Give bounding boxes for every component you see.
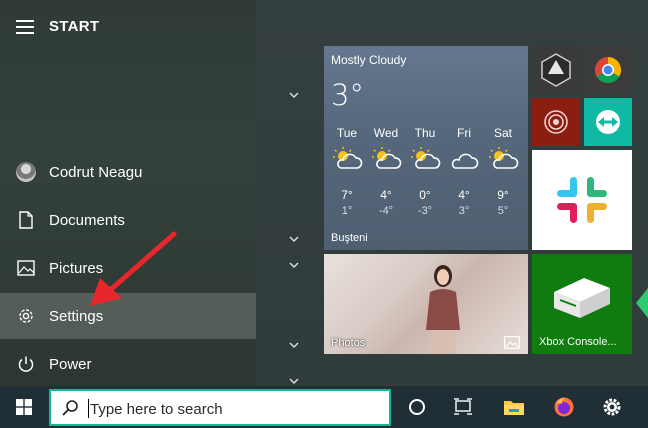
power-button[interactable]: Power bbox=[0, 341, 256, 387]
radar-app-tile[interactable] bbox=[532, 98, 580, 146]
forecast-day: Tue bbox=[336, 126, 358, 140]
forecast-low: -4° bbox=[378, 205, 394, 217]
weather-tile[interactable]: Mostly Cloudy 3° Tue Wed Thu Fri Sat 7° … bbox=[324, 46, 528, 250]
settings-gear-icon bbox=[603, 398, 621, 416]
partly-cloudy-icon bbox=[489, 147, 519, 169]
start-title: START bbox=[49, 18, 100, 35]
radar-app-icon bbox=[544, 110, 568, 134]
hamburger-menu-icon[interactable] bbox=[16, 20, 34, 34]
search-icon bbox=[62, 400, 78, 416]
chrome-icon bbox=[594, 56, 622, 84]
task-view-button[interactable] bbox=[441, 386, 485, 428]
file-explorer-button[interactable] bbox=[492, 386, 536, 428]
text-caret bbox=[88, 399, 89, 418]
documents-label: Documents bbox=[49, 211, 125, 229]
group-collapse-chevron-icon[interactable] bbox=[288, 234, 300, 244]
forecast-day: Sat bbox=[493, 126, 512, 140]
annotation-arrow bbox=[90, 231, 177, 306]
console-icon bbox=[554, 278, 610, 318]
search-placeholder: Type here to search bbox=[90, 401, 223, 418]
photos-tile[interactable]: Photos bbox=[324, 254, 528, 354]
forecast-low: 3° bbox=[458, 205, 470, 217]
group-collapse-chevron-icon[interactable] bbox=[288, 340, 300, 350]
weather-location: Buşteni bbox=[331, 232, 368, 244]
photo-thumbnail bbox=[426, 265, 460, 354]
user-name-label: Codrut Neagu bbox=[49, 163, 143, 181]
group-collapse-chevron-icon[interactable] bbox=[288, 260, 300, 270]
windows-logo-icon bbox=[16, 399, 32, 415]
forecast-high: 4° bbox=[380, 188, 392, 202]
search-box[interactable]: Type here to search bbox=[49, 389, 391, 426]
weather-condition: Mostly Cloudy bbox=[331, 53, 407, 67]
forecast-low: 1° bbox=[341, 205, 353, 217]
forecast-high: 9° bbox=[497, 188, 509, 202]
xbox-console-tile[interactable]: Xbox Console... bbox=[532, 254, 632, 354]
file-explorer-icon bbox=[504, 401, 524, 415]
app-tile-icon bbox=[541, 53, 571, 87]
cortana-icon bbox=[409, 399, 425, 415]
cortana-button[interactable] bbox=[395, 386, 439, 428]
firefox-button[interactable] bbox=[542, 386, 586, 428]
slack-tile[interactable] bbox=[532, 150, 632, 250]
windows-start-button[interactable] bbox=[0, 386, 48, 428]
task-view-icon bbox=[454, 398, 472, 415]
cloudy-icon bbox=[451, 153, 479, 169]
partly-cloudy-icon bbox=[411, 147, 441, 169]
teamviewer-tile[interactable] bbox=[584, 98, 632, 146]
avatar bbox=[16, 162, 36, 182]
firefox-icon bbox=[554, 397, 574, 417]
group-collapse-chevron-icon[interactable] bbox=[288, 376, 300, 386]
power-icon bbox=[16, 354, 36, 374]
document-icon bbox=[16, 210, 36, 230]
forecast-low: -3° bbox=[417, 205, 433, 217]
forecast-day: Wed bbox=[373, 126, 399, 140]
partial-tile-edge bbox=[636, 288, 648, 318]
app-tile[interactable] bbox=[532, 46, 580, 94]
picture-icon bbox=[16, 258, 36, 278]
settings-taskbar-button[interactable] bbox=[590, 386, 634, 428]
user-account-button[interactable]: Codrut Neagu bbox=[0, 149, 256, 195]
photos-app-icon bbox=[504, 336, 520, 349]
forecast-high: 0° bbox=[419, 188, 431, 202]
group-collapse-chevron-icon[interactable] bbox=[288, 90, 300, 100]
chrome-tile[interactable] bbox=[584, 46, 632, 94]
partly-cloudy-icon bbox=[372, 147, 402, 169]
forecast-day: Fri bbox=[457, 126, 471, 140]
power-label: Power bbox=[49, 355, 92, 373]
weather-current-temp: 3° bbox=[331, 78, 364, 112]
teamviewer-icon bbox=[596, 110, 620, 134]
photos-label: Photos bbox=[331, 337, 366, 349]
forecast-day: Thu bbox=[414, 126, 436, 140]
gear-icon bbox=[16, 306, 36, 326]
forecast-high: 7° bbox=[341, 188, 353, 202]
forecast-low: 5° bbox=[497, 205, 509, 217]
taskbar: Type here to search bbox=[0, 386, 648, 428]
partly-cloudy-icon bbox=[333, 147, 363, 169]
forecast-high: 4° bbox=[458, 188, 470, 202]
xbox-tile-label: Xbox Console... bbox=[539, 336, 617, 348]
slack-icon bbox=[557, 177, 607, 223]
